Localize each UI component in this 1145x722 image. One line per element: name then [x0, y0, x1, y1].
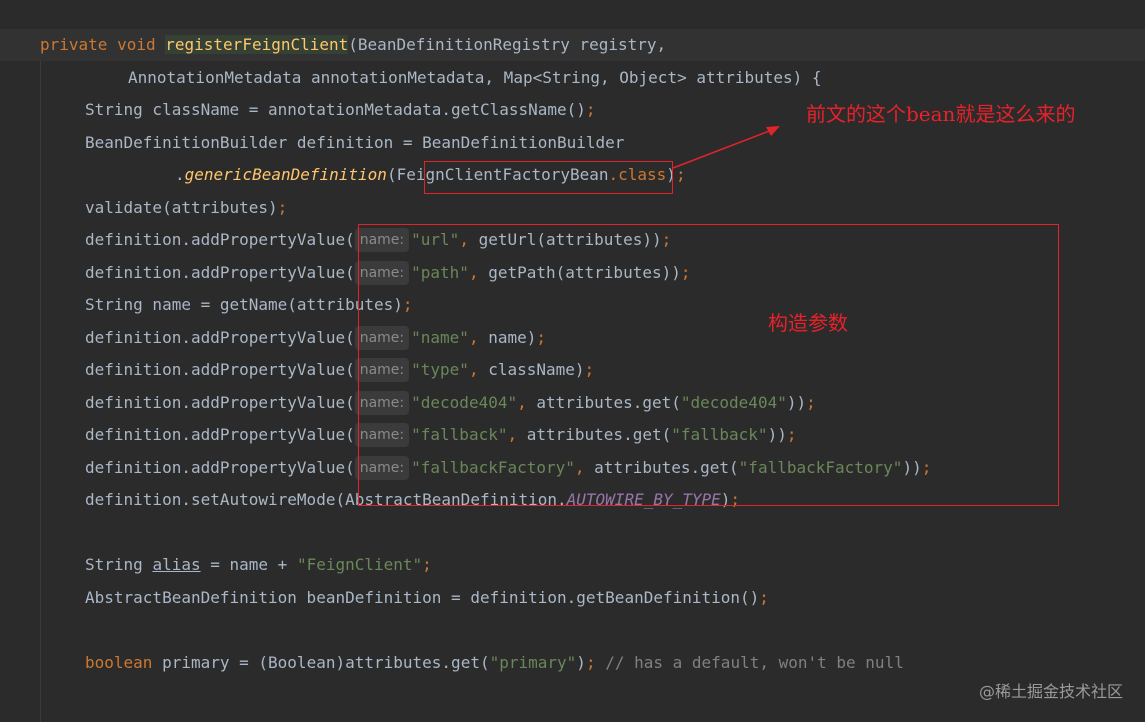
code-text: ): [576, 653, 586, 672]
code-text: definition.addPropertyValue(: [85, 458, 355, 477]
indent-guide: [40, 60, 41, 722]
variable-alias: alias: [152, 555, 201, 574]
semicolon: ;: [422, 555, 432, 574]
method-call: genericBeanDefinition: [184, 165, 387, 184]
code-line-17[interactable]: AbstractBeanDefinition beanDefinition = …: [85, 582, 769, 614]
semicolon: ;: [585, 100, 596, 119]
string-literal: "primary": [489, 653, 577, 672]
code-text: AbstractBeanDefinition beanDefinition = …: [85, 588, 760, 607]
code-line-3[interactable]: String className = annotationMetadata.ge…: [85, 94, 596, 126]
keyword-private: private: [40, 35, 108, 54]
code-text: BeanDefinitionBuilder definition = BeanD…: [85, 133, 625, 152]
code-comment: // has a default, won't be null: [595, 653, 904, 672]
code-text: definition.addPropertyValue(: [85, 263, 355, 282]
highlight-box-constructor-params: [358, 224, 1059, 506]
code-text: definition.addPropertyValue(: [85, 393, 355, 412]
code-text: String name = getName(attributes): [85, 295, 403, 314]
code-text: definition.addPropertyValue(: [85, 230, 355, 249]
semicolon: ;: [675, 165, 686, 184]
semicolon: ;: [759, 588, 769, 607]
annotation-params-note: 构造参数: [768, 311, 848, 335]
keyword-boolean: boolean: [85, 653, 153, 672]
code-text: validate(attributes): [85, 198, 278, 217]
code-text: definition.addPropertyValue(: [85, 328, 355, 347]
string-literal: "FeignClient": [296, 555, 423, 574]
code-line-18[interactable]: boolean primary = (Boolean)attributes.ge…: [85, 647, 904, 679]
code-line-16[interactable]: String alias = name + "FeignClient";: [85, 549, 432, 581]
code-editor[interactable]: private void registerFeignClient(BeanDef…: [0, 0, 1145, 722]
code-text: String: [85, 555, 153, 574]
code-text: String className = annotationMetadata.ge…: [85, 100, 586, 119]
watermark: @稀土掘金技术社区: [978, 682, 1123, 701]
code-line-6[interactable]: validate(attributes);: [85, 192, 287, 224]
keyword-void: void: [117, 35, 156, 54]
code-text: = name +: [200, 555, 297, 574]
code-text: definition.addPropertyValue(: [85, 360, 355, 379]
semicolon: ;: [277, 198, 288, 217]
code-text: (: [386, 165, 397, 184]
code-text: AnnotationMetadata annotationMetadata, M…: [128, 68, 822, 87]
annotation-bean-note: 前文的这个bean就是这么来的: [806, 102, 1076, 126]
code-text: (BeanDefinitionRegistry registry,: [348, 35, 667, 54]
highlight-box-factory-bean: [424, 161, 673, 194]
method-name[interactable]: registerFeignClient: [165, 35, 349, 54]
code-line-4[interactable]: BeanDefinitionBuilder definition = BeanD…: [85, 127, 624, 159]
code-text: definition.addPropertyValue(: [85, 425, 355, 444]
code-text: .: [175, 165, 185, 184]
semicolon: ;: [585, 653, 596, 672]
code-text: primary = (Boolean)attributes.get(: [152, 653, 490, 672]
code-line-2[interactable]: AnnotationMetadata annotationMetadata, M…: [128, 62, 822, 94]
code-line-1[interactable]: private void registerFeignClient(BeanDef…: [0, 29, 1145, 61]
